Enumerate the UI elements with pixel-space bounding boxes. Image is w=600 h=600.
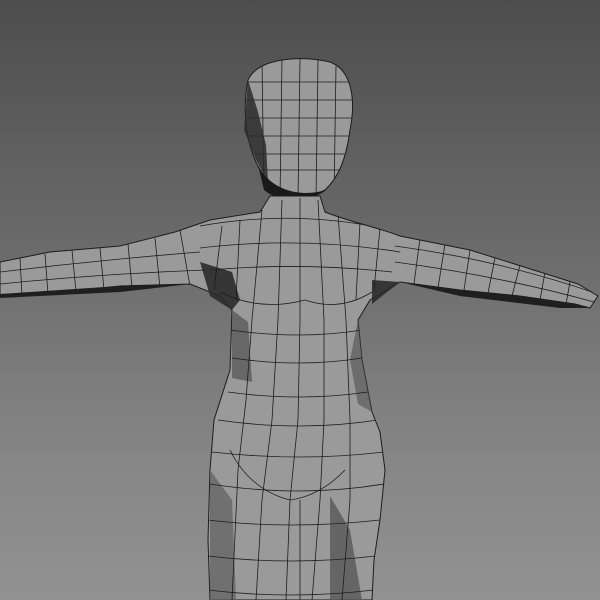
3d-viewport[interactable] (0, 0, 600, 600)
character-head (244, 58, 353, 200)
character-body (0, 195, 599, 600)
low-poly-character-mesh[interactable] (0, 0, 600, 600)
